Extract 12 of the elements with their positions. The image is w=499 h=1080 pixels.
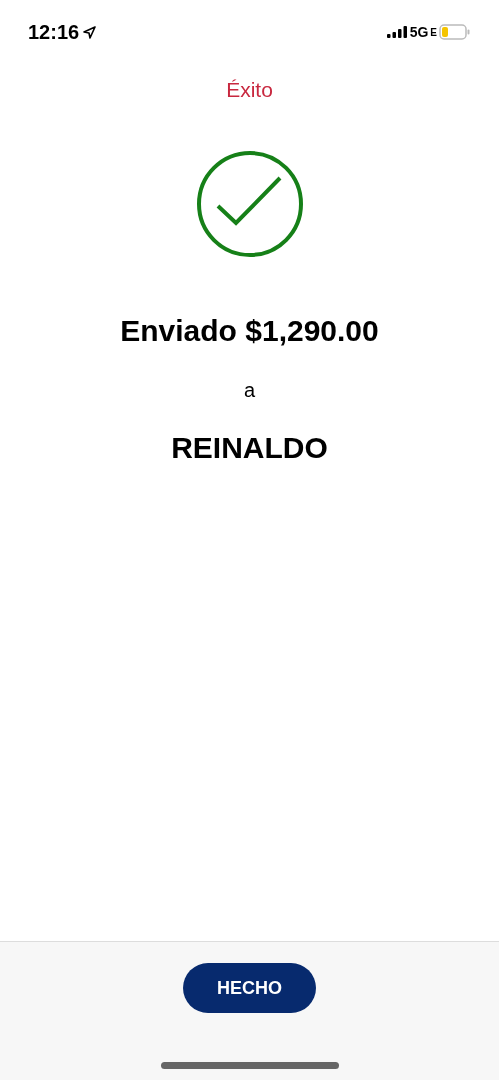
network-label: E bbox=[430, 25, 437, 40]
location-arrow-icon bbox=[83, 25, 97, 39]
recipient-name: REINALDO bbox=[171, 429, 328, 466]
amount-sent-text: Enviado $1,290.00 bbox=[120, 312, 379, 349]
network-label: 5G bbox=[409, 22, 429, 42]
signal-icon bbox=[386, 26, 408, 38]
connector-text: a bbox=[243, 377, 256, 403]
page-title: Éxito bbox=[226, 77, 273, 103]
clock: 12:16 bbox=[28, 20, 80, 45]
battery-icon bbox=[439, 24, 471, 40]
success-check-icon bbox=[195, 149, 304, 258]
done-button[interactable]: HECHO bbox=[183, 963, 316, 1013]
